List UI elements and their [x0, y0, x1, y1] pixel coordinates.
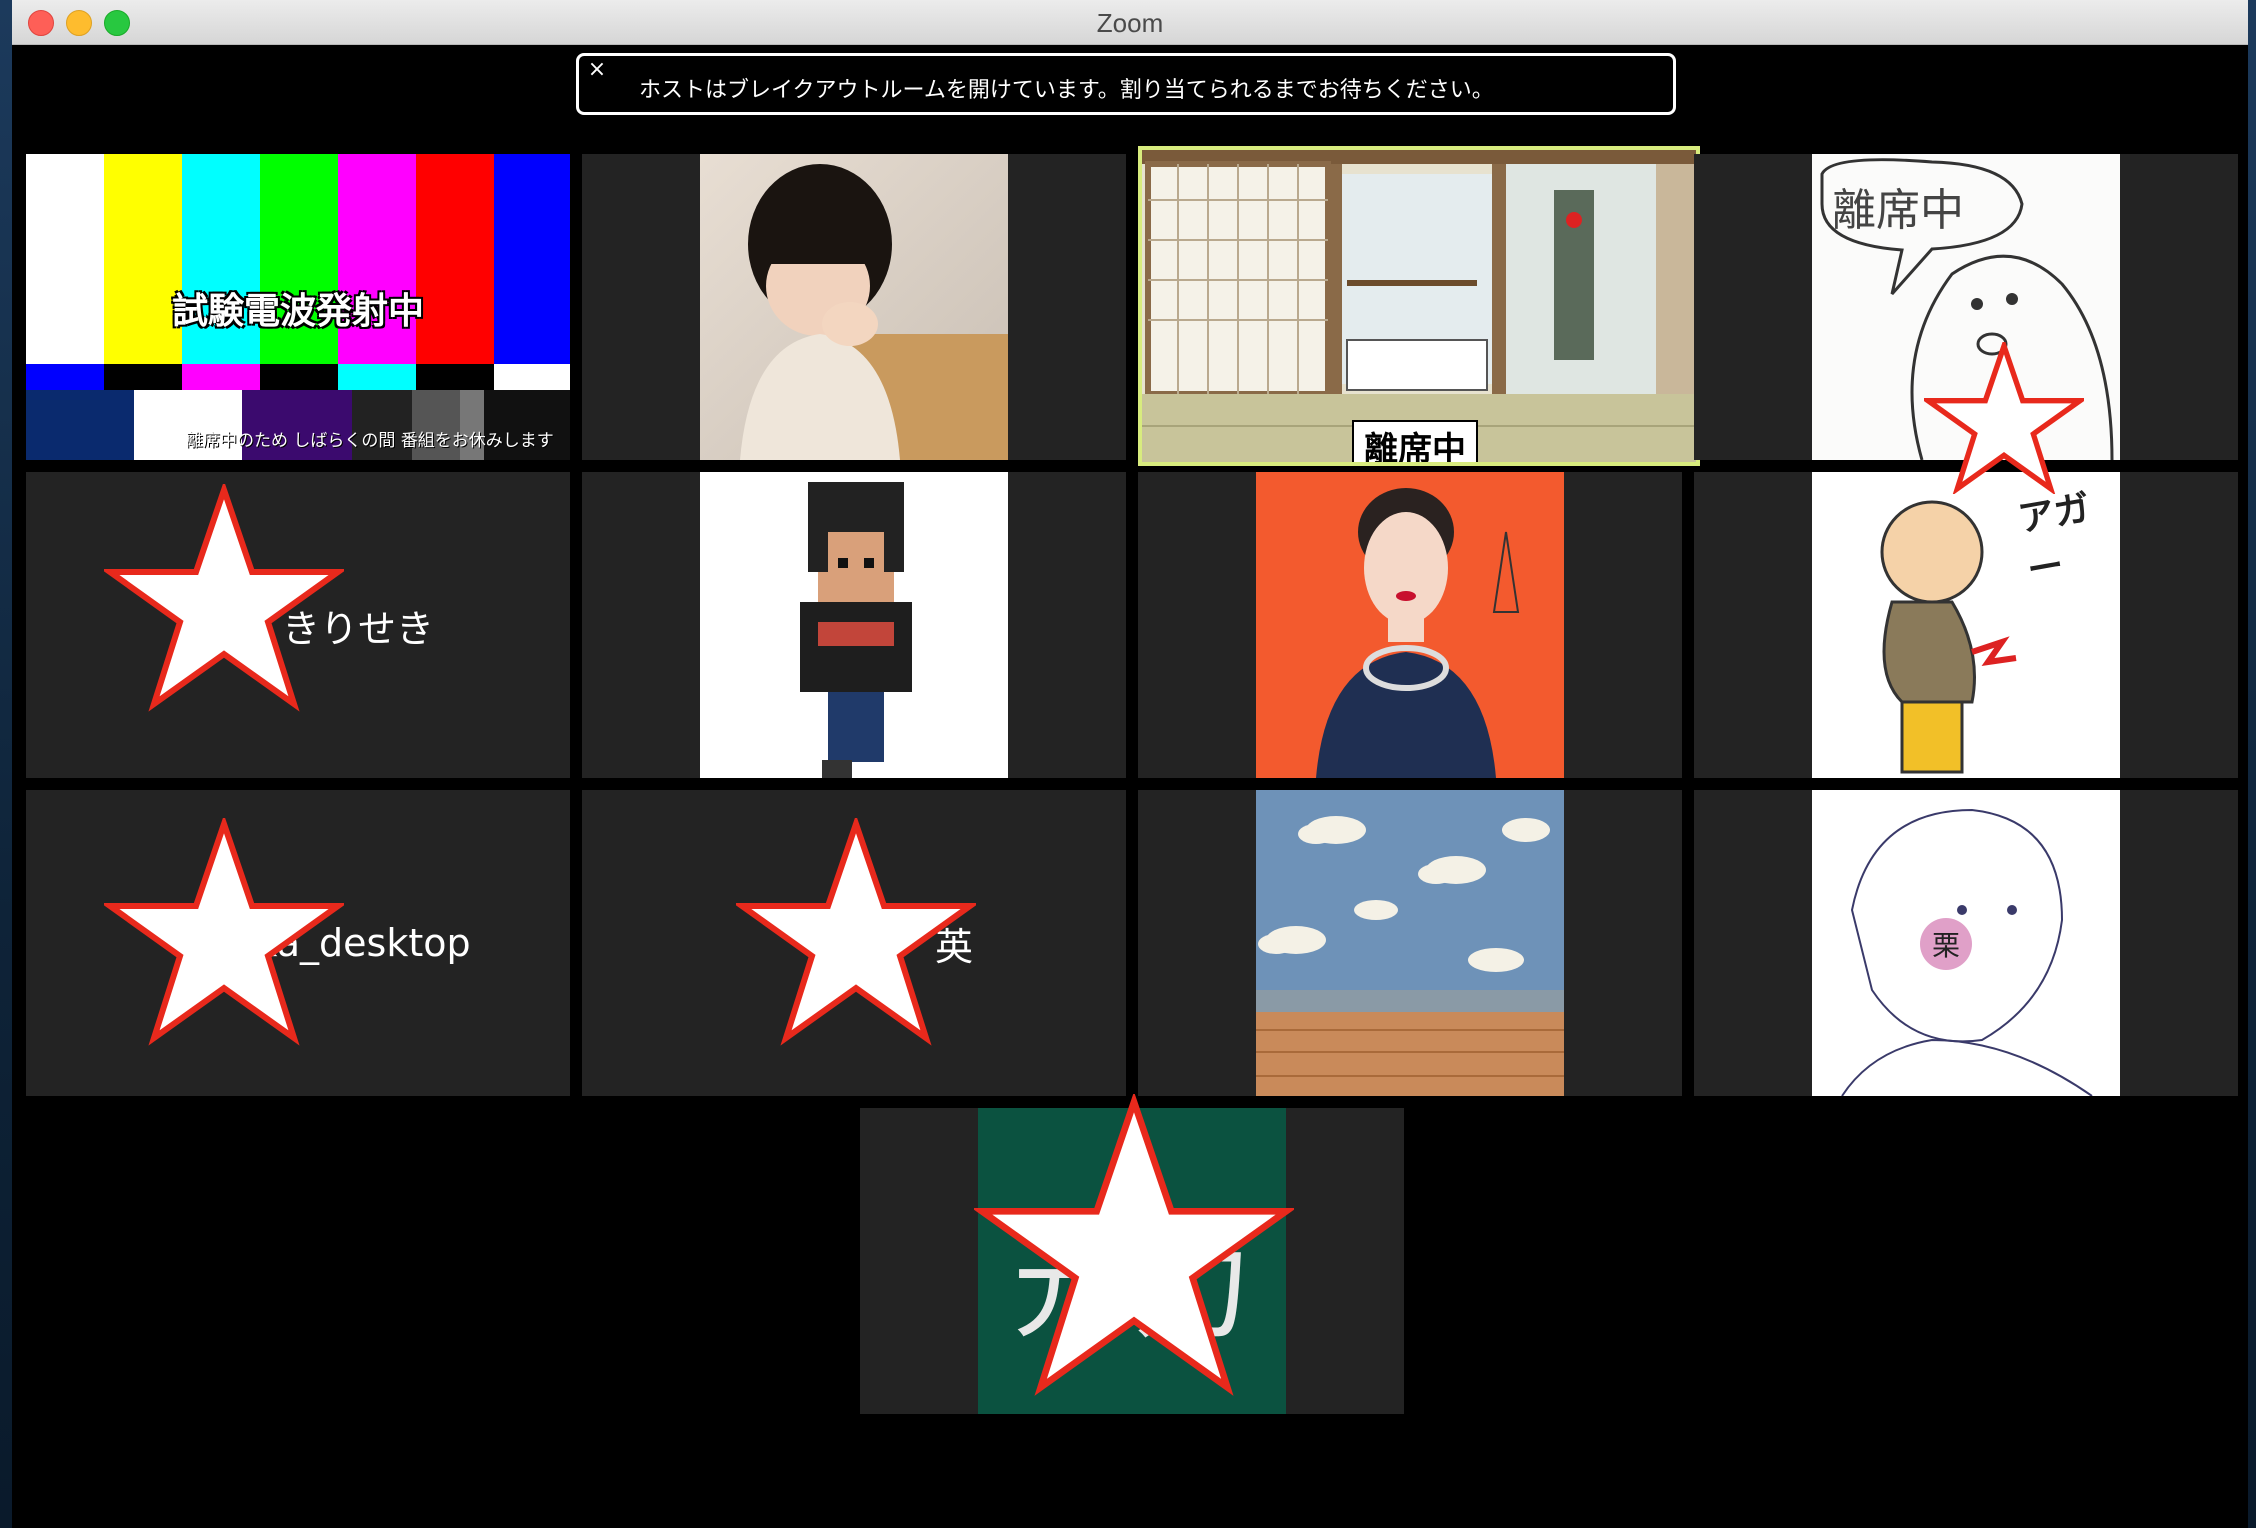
- video-tile-child-photo[interactable]: [582, 154, 1126, 460]
- video-tile-line-art[interactable]: 栗: [1694, 790, 2238, 1096]
- star-overlay-green-board: [974, 1094, 1294, 1396]
- window-title: Zoom: [1096, 8, 1164, 38]
- video-tile-test-pattern[interactable]: 試験電波発射中 離席中のため しばらくの間 番組をお休みします: [26, 154, 570, 460]
- breakout-notification-banner: × ホストはブレイクアウトルームを開けています。割り当てられるまでお待ちください…: [576, 53, 1676, 115]
- close-icon[interactable]: ×: [585, 58, 609, 82]
- title-bar: Zoom: [12, 0, 2248, 45]
- video-tile-woman-illustration[interactable]: [1138, 472, 1682, 778]
- video-tile-manga[interactable]: アガー: [1694, 472, 2238, 778]
- manga-image: アガー: [1812, 472, 2120, 778]
- tatami-room-image: [1142, 150, 1696, 462]
- test-pattern-caption: 試験電波発射中: [171, 291, 424, 332]
- zoom-window: Zoom × ホストはブレイクアウトルームを開けています。割り当てられるまでお待…: [12, 0, 2248, 1528]
- star-overlay-third: [736, 818, 976, 1046]
- woman-illustration: [1256, 472, 1564, 778]
- star-overlay-kiriseki: [104, 484, 344, 712]
- video-tile-cloud-wall[interactable]: [1138, 790, 1682, 1096]
- star-overlay-sketch: [1924, 342, 2084, 494]
- pixel-avatar-image: [700, 472, 1008, 778]
- child-photo: [700, 154, 1008, 460]
- video-tile-pixel-avatar[interactable]: [582, 472, 1126, 778]
- room-label: 離席中: [1352, 420, 1478, 462]
- line-art-badge: 栗: [1920, 918, 1972, 970]
- sketch-text: 離席中: [1832, 185, 1964, 236]
- banner-message: ホストはブレイクアウトルームを開けています。割り当てられるまでお待ちください。: [639, 78, 1494, 103]
- star-overlay-desktop: [104, 818, 344, 1046]
- cloud-wall-image: [1256, 790, 1564, 1096]
- test-pattern-subcaption: 離席中のため しばらくの間 番組をお休みします: [186, 431, 554, 451]
- line-art-image: 栗: [1812, 790, 2120, 1096]
- video-tile-tatami-room[interactable]: 離席中: [1138, 146, 1700, 466]
